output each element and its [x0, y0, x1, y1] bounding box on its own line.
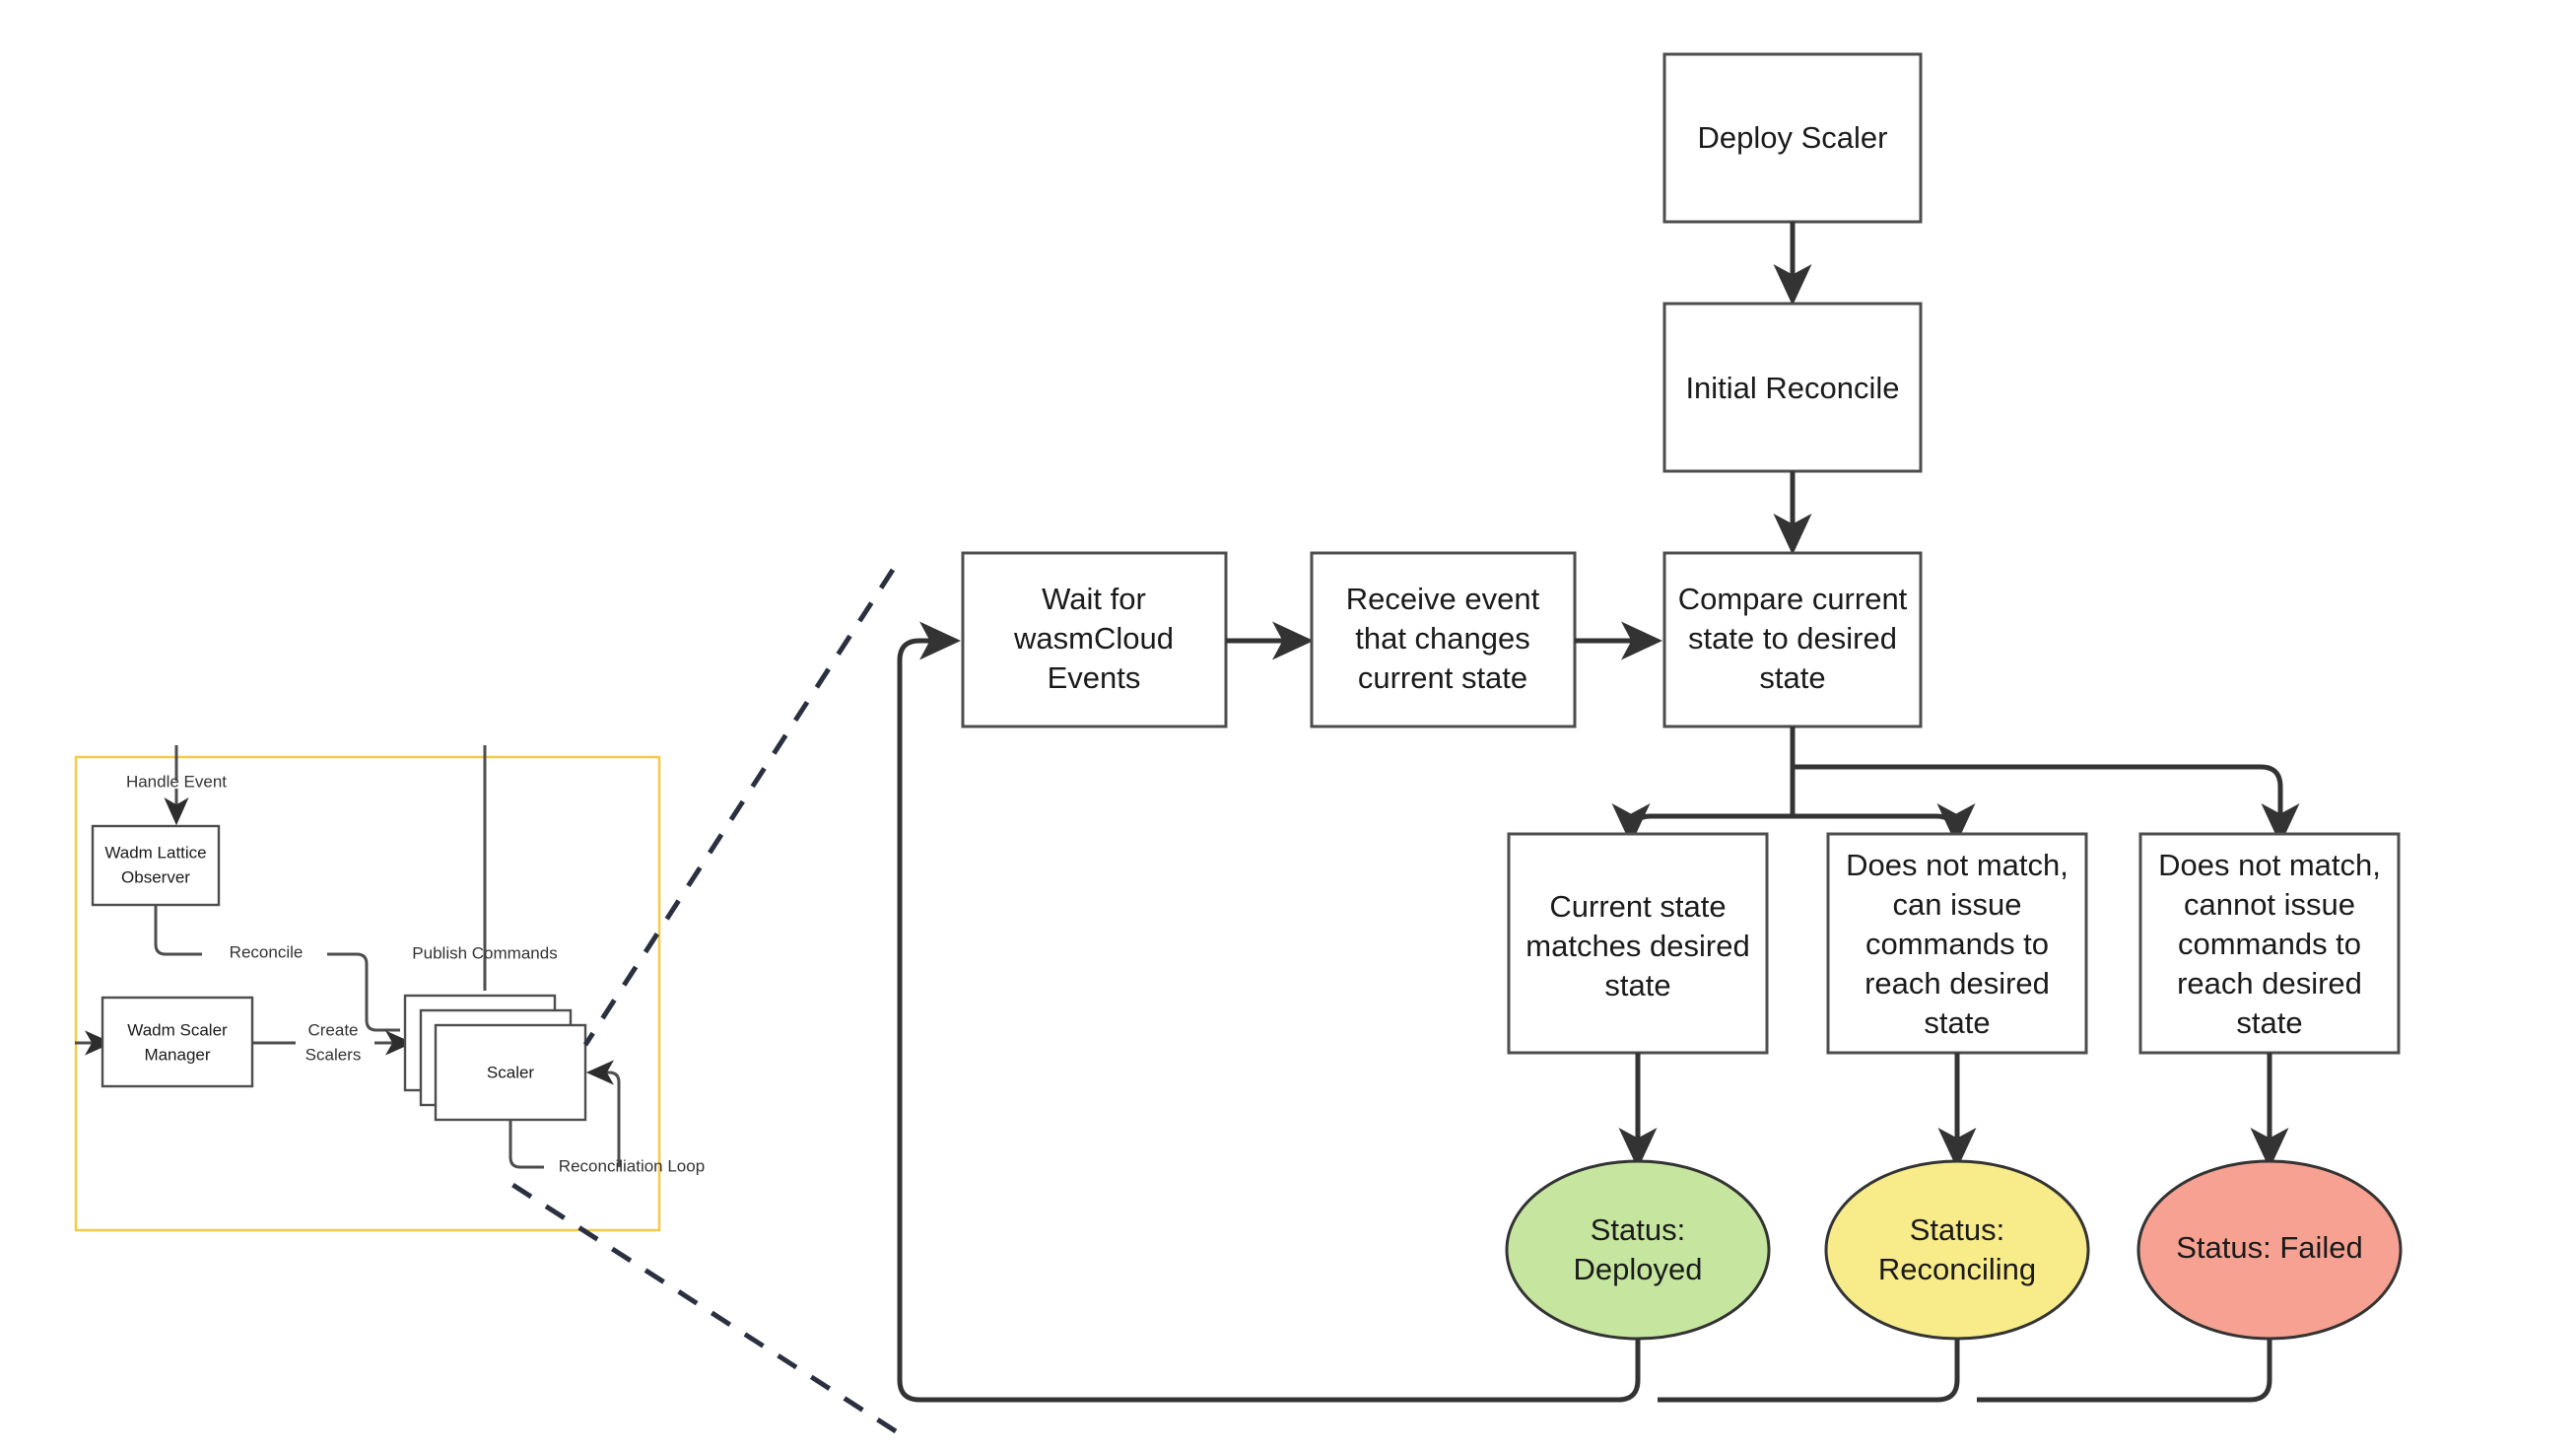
- node-label-scaler: Scaler: [487, 1063, 535, 1081]
- status-failed-label: Status: Failed: [2176, 1230, 2363, 1265]
- edge-label-handle-event: Handle Event: [126, 772, 227, 791]
- status-reconciling-line1: Status:: [1910, 1212, 2005, 1247]
- node-label-scaler-manager-line1: Wadm Scaler: [127, 1020, 228, 1039]
- edge-feedback-from-failed: [1977, 1339, 2272, 1403]
- status-badge-reconciling: [1824, 1159, 2090, 1341]
- zoom-connector-upper: [582, 568, 896, 1047]
- node-label-compare-state-line1: Compare current: [1678, 582, 1908, 616]
- node-label-can-issue-line3: commands to: [1865, 927, 2049, 961]
- edge-feedback-from-reconciling: [1658, 1339, 1960, 1403]
- node-label-scaler-manager-line2: Manager: [144, 1045, 210, 1064]
- status-reconciling-line2: Reconciling: [1878, 1252, 2036, 1286]
- node-label-lattice-observer-line2: Observer: [121, 867, 190, 886]
- node-label-can-issue-line5: state: [1924, 1005, 1990, 1040]
- edge-feedback-to-wait: [897, 621, 962, 1403]
- reconciliation-loop-edge-return: [585, 1060, 621, 1167]
- diagram-root: Handle Event Wadm Lattice Observer Recon…: [0, 0, 2576, 1451]
- node-label-compare-state-line2: state to desired: [1688, 621, 1897, 656]
- status-deployed-line1: Status:: [1591, 1212, 1686, 1247]
- node-label-cannot-issue-line1: Does not match,: [2158, 848, 2381, 882]
- edge-label-create-scalers-line1: Create: [307, 1020, 358, 1039]
- diagram-canvas: Handle Event Wadm Lattice Observer Recon…: [74, 52, 2403, 1434]
- node-label-wait-events-line2: wasmCloud: [1013, 621, 1174, 656]
- edge-label-reconcile: Reconcile: [230, 942, 304, 961]
- node-label-receive-event-line3: current state: [1358, 660, 1527, 695]
- node-label-matches-line1: Current state: [1549, 889, 1726, 924]
- node-label-receive-event-line1: Receive event: [1346, 582, 1540, 616]
- edge-branch-to-cannot-issue: [1793, 764, 2300, 846]
- node-label-cannot-issue-line3: commands to: [2178, 927, 2361, 961]
- status-badge-deployed: [1505, 1159, 1771, 1341]
- node-label-compare-state-line3: state: [1759, 660, 1825, 695]
- node-label-initial-reconcile: Initial Reconcile: [1685, 371, 1899, 405]
- edge-feedback-from-deployed: [922, 1339, 1641, 1403]
- node-label-wait-events-line1: Wait for: [1042, 582, 1146, 616]
- reconcile-edge-right: [327, 952, 400, 1032]
- edge-label-reconciliation-loop: Reconciliation Loop: [559, 1156, 705, 1175]
- node-label-can-issue-line2: can issue: [1893, 887, 2022, 922]
- node-label-wait-events-line3: Events: [1048, 660, 1141, 695]
- status-deployed-line2: Deployed: [1574, 1252, 1703, 1286]
- node-label-can-issue-line1: Does not match,: [1846, 848, 2068, 882]
- edge-label-create-scalers-line2: Scalers: [305, 1045, 362, 1064]
- node-label-cannot-issue-line4: reach desired: [2177, 966, 2362, 1001]
- node-label-cannot-issue-line2: cannot issue: [2184, 887, 2355, 922]
- reconciliation-loop-edge-bottom: [508, 1120, 544, 1169]
- node-label-matches-line2: matches desired: [1525, 929, 1749, 963]
- edge-label-publish-commands: Publish Commands: [412, 943, 557, 962]
- node-label-matches-line3: state: [1604, 968, 1670, 1002]
- node-label-deploy-scaler: Deploy Scaler: [1698, 120, 1888, 155]
- reconcile-edge-left: [154, 905, 202, 956]
- node-label-can-issue-line4: reach desired: [1864, 966, 2050, 1001]
- zoom-connector-lower: [502, 1176, 898, 1434]
- node-wadm-lattice-observer: [91, 824, 221, 907]
- node-label-cannot-issue-line5: state: [2236, 1005, 2302, 1040]
- node-label-receive-event-line2: that changes: [1355, 621, 1530, 656]
- node-wadm-scaler-manager: [101, 996, 254, 1088]
- node-label-lattice-observer-line1: Wadm Lattice: [104, 843, 206, 862]
